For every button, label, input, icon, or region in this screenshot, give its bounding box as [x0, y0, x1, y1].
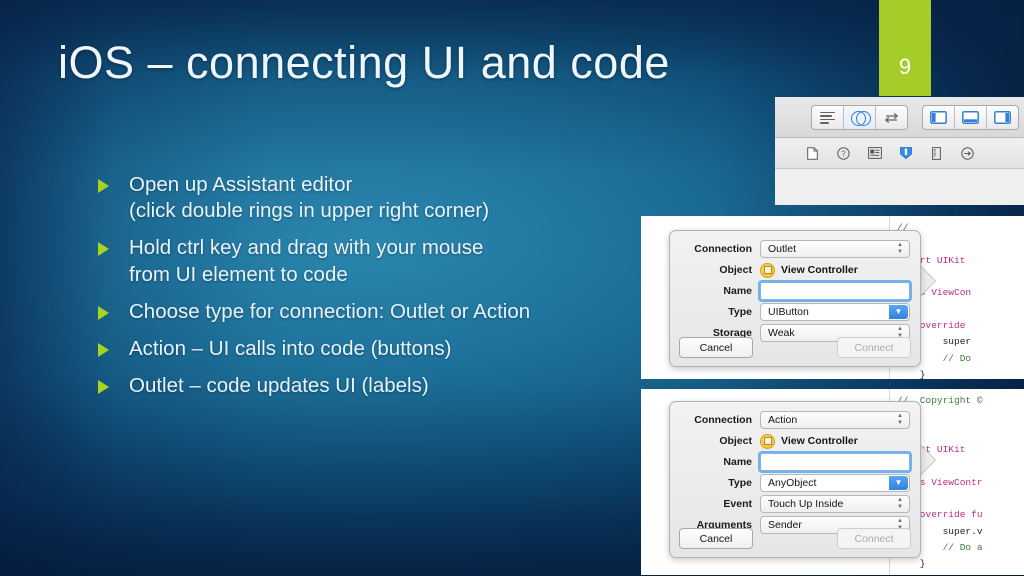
select-value: Touch Up Inside ▲ ▼: [760, 494, 910, 513]
list-item: Open up Assistant editor (click double r…: [98, 172, 638, 224]
outlet-connection-screenshot: // import UIKit class ViewCon override s…: [641, 216, 1024, 379]
action-connection-select[interactable]: Action ▲ ▼: [760, 410, 910, 429]
outlet-connection-select[interactable]: Outlet ▲ ▼: [760, 239, 910, 258]
code-line: }: [897, 368, 926, 379]
outlet-name-input[interactable]: [760, 281, 910, 300]
bullet-text: Open up Assistant editor (click double r…: [129, 173, 490, 223]
outlet-connection-popover: Connection Outlet ▲ ▼ Object View Controller N…: [669, 230, 921, 367]
form-row: Type UIButton ▼: [680, 301, 910, 322]
action-dialog-buttons: Cancel Connect: [679, 528, 911, 549]
xcode-toolbar-screenshot: ?: [775, 97, 1024, 205]
list-item: Action – UI calls into code (buttons): [98, 336, 638, 362]
version-editor-icon[interactable]: [876, 106, 907, 129]
quick-help-inspector-icon[interactable]: ?: [836, 145, 851, 161]
select-value: Action ▲ ▼: [760, 410, 910, 429]
bullet-text: Action – UI calls into code (buttons): [129, 337, 452, 361]
bullet-triangle-icon: [98, 380, 109, 395]
size-inspector-icon[interactable]: [929, 145, 944, 161]
toolbar-empty-area: [775, 169, 1024, 205]
form-row: Object View Controller: [680, 259, 910, 280]
field-label: Connection: [694, 413, 752, 426]
field-label: Event: [723, 497, 752, 510]
bullet-triangle-icon: [98, 343, 109, 358]
presentation-slide: iOS – connecting UI and code 9 Open up A…: [0, 0, 1024, 576]
slide-number-chip: 9: [879, 0, 931, 96]
bullet-triangle-icon: [98, 179, 109, 193]
action-connection-screenshot: // Copyright ©// import UIKit class View…: [641, 389, 1024, 575]
editor-mode-segmented-control[interactable]: [811, 105, 908, 130]
form-row: Event Touch Up Inside ▲ ▼: [680, 493, 910, 514]
field-label: Connection: [694, 242, 752, 255]
inspector-selector-row: ?: [775, 138, 1024, 169]
file-inspector-icon[interactable]: [805, 145, 820, 161]
text-input-box: [760, 281, 910, 300]
bullet-text: Choose type for connection: Outlet or Ac…: [129, 299, 531, 323]
assistant-editor-icon[interactable]: [844, 106, 876, 129]
action-connect-button[interactable]: Connect: [837, 528, 911, 549]
list-item: Choose type for connection: Outlet or Ac…: [98, 299, 638, 325]
field-label: Object: [719, 263, 752, 276]
action-connection-popover: Connection Action ▲ ▼ Object View Controller N…: [669, 401, 921, 558]
bullet-text: Hold ctrl key and drag with your mouse f…: [129, 236, 484, 286]
action-cancel-button[interactable]: Cancel: [679, 528, 753, 549]
outlet-field-list: Connection Outlet ▲ ▼ Object View Controller N…: [670, 231, 920, 343]
select-value: Outlet ▲ ▼: [760, 239, 910, 258]
bullet-triangle-icon: [98, 242, 109, 257]
identity-inspector-icon[interactable]: [867, 145, 882, 161]
object-label: View Controller: [781, 435, 858, 447]
debug-area-toggle-icon[interactable]: [955, 106, 987, 129]
panel-toggle-segmented-control[interactable]: [922, 105, 1019, 130]
chevron-down-icon: ▼: [889, 304, 908, 319]
action-object-value: View Controller: [760, 432, 910, 450]
chevron-down-icon: ▼: [889, 475, 908, 490]
field-label: Type: [728, 305, 752, 318]
combobox-value: UIButton ▼: [760, 302, 910, 321]
standard-editor-icon[interactable]: [812, 106, 844, 129]
action-name-input[interactable]: [760, 452, 910, 471]
bullet-text: Outlet – code updates UI (labels): [129, 374, 429, 398]
outlet-dialog-buttons: Cancel Connect: [679, 337, 911, 358]
outlet-object-value: View Controller: [760, 261, 910, 279]
page-title: iOS – connecting UI and code: [58, 37, 670, 88]
form-row: Connection Outlet ▲ ▼: [680, 238, 910, 259]
bullet-list: Open up Assistant editor (click double r…: [98, 172, 638, 411]
version-arrows-icon: [884, 112, 898, 123]
navigator-toggle-icon[interactable]: [923, 106, 955, 129]
slide-number: 9: [898, 54, 912, 79]
text-input-box: [760, 452, 910, 471]
editor-toolbar-row: [775, 97, 1024, 138]
action-field-list: Connection Action ▲ ▼ Object View Controller N…: [670, 402, 920, 535]
field-label: Object: [719, 434, 752, 447]
code-line: }: [897, 558, 926, 570]
stepper-arrows-icon: ▲▼: [897, 241, 903, 255]
action-event-select[interactable]: Touch Up Inside ▲ ▼: [760, 494, 910, 513]
field-label: Name: [723, 284, 752, 297]
field-label: Name: [723, 455, 752, 468]
form-row: Name: [680, 451, 910, 472]
svg-text:?: ?: [841, 149, 846, 158]
stepper-arrows-icon: ▲▼: [897, 496, 903, 510]
form-row: Type AnyObject ▼: [680, 472, 910, 493]
action-type-combobox[interactable]: AnyObject ▼: [760, 473, 910, 492]
attributes-inspector-icon[interactable]: [898, 145, 913, 161]
list-item: Outlet – code updates UI (labels): [98, 373, 638, 399]
combobox-value: AnyObject ▼: [760, 473, 910, 492]
list-item: Hold ctrl key and drag with your mouse f…: [98, 235, 638, 287]
outlet-connect-button[interactable]: Connect: [837, 337, 911, 358]
view-controller-icon: [760, 262, 775, 278]
object-label: View Controller: [781, 264, 858, 276]
utilities-toggle-icon[interactable]: [987, 106, 1018, 129]
view-controller-icon: [760, 433, 775, 449]
outlet-type-combobox[interactable]: UIButton ▼: [760, 302, 910, 321]
form-row: Name: [680, 280, 910, 301]
form-row: Object View Controller: [680, 430, 910, 451]
connections-inspector-icon[interactable]: [960, 145, 975, 161]
form-row: Connection Action ▲ ▼: [680, 409, 910, 430]
field-label: Type: [728, 476, 752, 489]
outlet-cancel-button[interactable]: Cancel: [679, 337, 753, 358]
stepper-arrows-icon: ▲▼: [897, 412, 903, 426]
bullet-triangle-icon: [98, 305, 109, 320]
